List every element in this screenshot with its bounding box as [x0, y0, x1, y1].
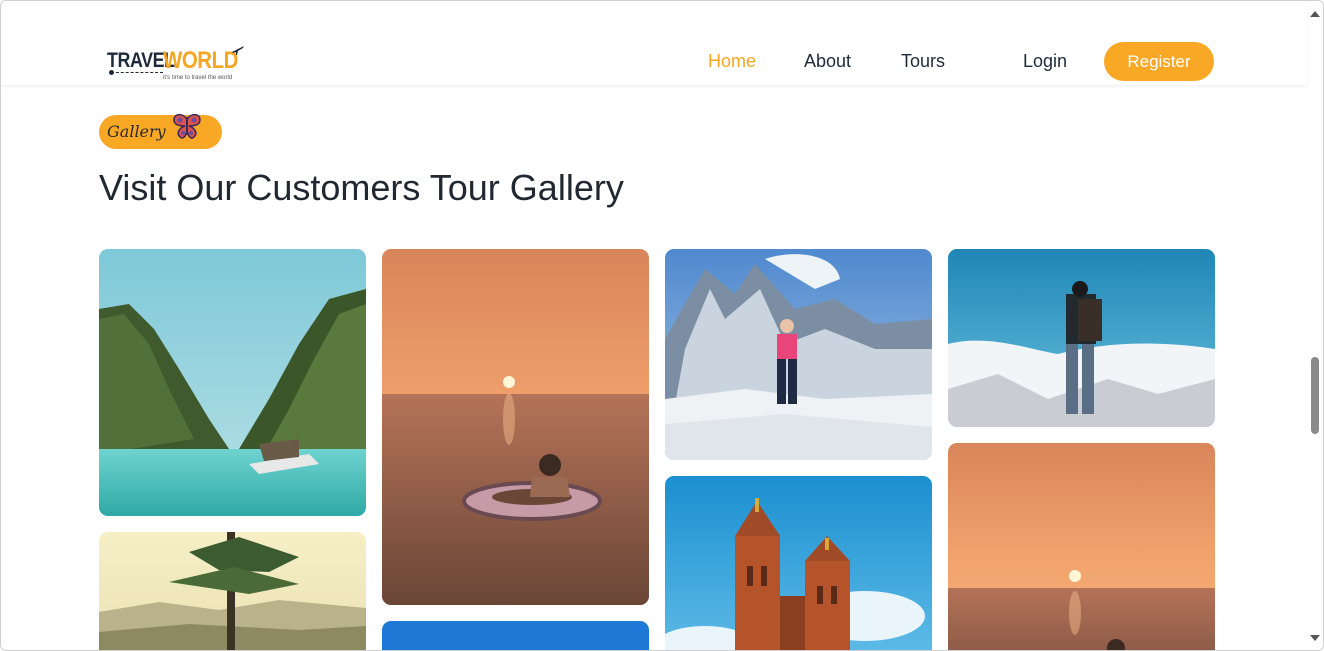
photo-blue-sky-image: [382, 621, 649, 650]
photo-sunset-float-image: [382, 249, 649, 605]
scroll-up-icon[interactable]: [1310, 11, 1320, 17]
logo-tagline: it's time to travel the world: [163, 75, 233, 81]
browser-viewport: TRAVEL WORLD it's time to travel the wor…: [0, 0, 1324, 651]
gallery-photo-church[interactable]: [665, 476, 932, 650]
photo-snow-hiker-image: [665, 249, 932, 460]
login-link[interactable]: Login: [1023, 51, 1067, 72]
photo-church-image: [665, 476, 932, 650]
nav-about[interactable]: About: [804, 51, 851, 72]
scroll-down-icon[interactable]: [1310, 635, 1320, 641]
gallery-photo-backpacker[interactable]: [948, 249, 1215, 427]
gallery-photo-sunset-sea[interactable]: [948, 443, 1215, 650]
nav-home[interactable]: Home: [708, 51, 756, 72]
plane-icon: [232, 46, 244, 55]
vertical-scrollbar[interactable]: [1307, 1, 1323, 650]
gallery-photo-snow-hiker[interactable]: [665, 249, 932, 460]
gallery-photo-sunset-float[interactable]: [382, 249, 649, 605]
photo-sunset-sea-image: [948, 443, 1215, 650]
gallery-photo-pine[interactable]: [99, 532, 366, 650]
site-logo[interactable]: TRAVEL WORLD it's time to travel the wor…: [101, 41, 251, 85]
photo-lagoon-image: [99, 249, 366, 516]
butterfly-icon: [173, 113, 201, 139]
nav-tours[interactable]: Tours: [901, 51, 945, 72]
photo-pine-image: [99, 532, 366, 650]
section-title: Visit Our Customers Tour Gallery: [99, 167, 624, 208]
register-button[interactable]: Register: [1104, 42, 1214, 81]
site-header: TRAVEL WORLD it's time to travel the wor…: [1, 1, 1307, 85]
gallery-photo-blue-sky[interactable]: [382, 621, 649, 650]
logo-word-world: WORLD: [163, 47, 238, 74]
section-badge: Gallery: [99, 113, 222, 149]
gallery-photo-lagoon[interactable]: [99, 249, 366, 516]
scrollbar-thumb[interactable]: [1311, 357, 1319, 434]
photo-backpacker-image: [948, 249, 1215, 427]
badge-label: Gallery: [107, 122, 166, 141]
